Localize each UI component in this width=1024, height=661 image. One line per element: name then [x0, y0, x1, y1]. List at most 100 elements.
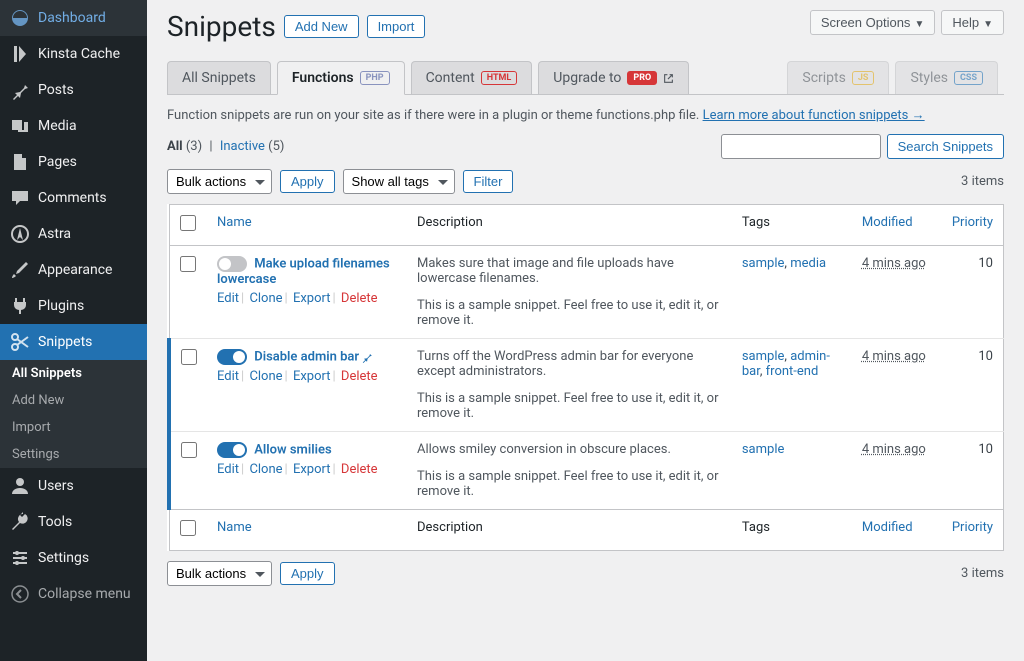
tag-link[interactable]: front-end — [766, 364, 819, 379]
sidebar-label: Collapse menu — [38, 586, 131, 602]
tag-link[interactable]: sample — [742, 256, 785, 271]
filter-button[interactable]: Filter — [463, 170, 514, 193]
sidebar-item-tools[interactable]: Tools — [0, 504, 147, 540]
activate-toggle[interactable] — [217, 256, 247, 272]
modified-time[interactable]: 4 mins ago — [862, 349, 926, 364]
col-name[interactable]: Name — [207, 205, 407, 246]
sidebar-submenu: All Snippets Add New Import Settings — [0, 360, 147, 468]
tab-scripts[interactable]: ScriptsJS — [787, 61, 889, 94]
sidebar-label: Pages — [38, 154, 77, 170]
filter-inactive[interactable]: Inactive — [220, 139, 265, 154]
sidebar-label: Media — [38, 118, 77, 134]
sidebar-item-kinsta[interactable]: Kinsta Cache — [0, 36, 147, 72]
php-badge: PHP — [360, 71, 390, 85]
pin-icon — [10, 80, 30, 100]
filter-all[interactable]: All — [167, 139, 183, 154]
submenu-settings[interactable]: Settings — [0, 441, 147, 468]
sidebar-label: Posts — [38, 82, 74, 98]
sidebar-item-collapse[interactable]: Collapse menu — [0, 576, 147, 612]
tab-upgrade[interactable]: Upgrade toPRO — [538, 61, 689, 94]
bulk-actions-select[interactable]: Bulk actions — [167, 169, 272, 194]
sidebar-item-posts[interactable]: Posts — [0, 72, 147, 108]
admin-sidebar: Dashboard Kinsta Cache Posts Media Pages… — [0, 0, 147, 661]
submenu-all-snippets[interactable]: All Snippets — [0, 360, 147, 387]
tag-filter-select[interactable]: Show all tags — [343, 169, 455, 194]
sidebar-label: Tools — [38, 514, 72, 530]
select-all-checkbox[interactable] — [180, 215, 196, 231]
submenu-import[interactable]: Import — [0, 414, 147, 441]
select-all-checkbox[interactable] — [180, 520, 196, 536]
import-button[interactable]: Import — [367, 15, 426, 38]
col-description: Description — [407, 205, 732, 246]
sidebar-item-snippets[interactable]: Snippets — [0, 324, 147, 360]
astra-icon — [10, 224, 30, 244]
learn-more-link[interactable]: Learn more about function snippets → — [703, 108, 925, 123]
clone-link[interactable]: Clone — [249, 462, 282, 477]
snippet-title[interactable]: Disable admin bar — [254, 349, 359, 364]
row-checkbox[interactable] — [181, 442, 197, 458]
main-content: Screen Options▼ Help▼ Snippets Add New I… — [147, 0, 1024, 661]
sidebar-item-plugins[interactable]: Plugins — [0, 288, 147, 324]
col-priority[interactable]: Priority — [942, 510, 1004, 551]
apply-button[interactable]: Apply — [280, 170, 335, 193]
clone-link[interactable]: Clone — [249, 291, 282, 306]
edit-link[interactable]: Edit — [217, 462, 239, 477]
tab-styles[interactable]: StylesCSS — [895, 61, 998, 94]
apply-button[interactable]: Apply — [280, 562, 335, 585]
edit-link[interactable]: Edit — [217, 369, 239, 384]
col-modified[interactable]: Modified — [852, 205, 942, 246]
table-row: Allow smilies Edit| Clone| Export| Delet… — [169, 432, 1004, 510]
activate-toggle[interactable] — [217, 349, 247, 365]
sidebar-item-appearance[interactable]: Appearance — [0, 252, 147, 288]
tag-link[interactable]: sample — [742, 349, 785, 364]
col-modified[interactable]: Modified — [852, 510, 942, 551]
wrench-icon — [10, 512, 30, 532]
sidebar-item-pages[interactable]: Pages — [0, 144, 147, 180]
col-name[interactable]: Name — [207, 510, 407, 551]
user-icon — [10, 476, 30, 496]
pro-badge: PRO — [627, 71, 657, 85]
sidebar-item-dashboard[interactable]: Dashboard — [0, 0, 147, 36]
tab-content[interactable]: ContentHTML — [411, 61, 533, 94]
add-new-button[interactable]: Add New — [284, 15, 359, 38]
snippet-title[interactable]: Allow smilies — [254, 442, 331, 457]
export-link[interactable]: Export — [293, 462, 331, 477]
edit-link[interactable]: Edit — [217, 291, 239, 306]
search-button[interactable]: Search Snippets — [887, 134, 1004, 159]
sidebar-item-users[interactable]: Users — [0, 468, 147, 504]
modified-time[interactable]: 4 mins ago — [862, 442, 926, 457]
plug-icon — [10, 296, 30, 316]
tab-all-snippets[interactable]: All Snippets — [167, 61, 271, 94]
row-checkbox[interactable] — [181, 349, 197, 365]
sidebar-item-astra[interactable]: Astra — [0, 216, 147, 252]
submenu-add-new[interactable]: Add New — [0, 387, 147, 414]
tab-functions[interactable]: FunctionsPHP — [277, 61, 405, 95]
table-row: Make upload filenames lowercase Edit| Cl… — [169, 246, 1004, 339]
export-link[interactable]: Export — [293, 291, 331, 306]
sidebar-label: Settings — [38, 550, 89, 566]
activate-toggle[interactable] — [217, 442, 247, 458]
delete-link[interactable]: Delete — [341, 291, 378, 306]
modified-time[interactable]: 4 mins ago — [862, 256, 926, 271]
snippet-note: This is a sample snippet. Feel free to u… — [417, 469, 722, 499]
col-priority[interactable]: Priority — [942, 205, 1004, 246]
sidebar-label: Kinsta Cache — [38, 46, 120, 62]
tag-link[interactable]: sample — [742, 442, 785, 457]
snippet-note: This is a sample snippet. Feel free to u… — [417, 298, 722, 328]
search-input[interactable] — [721, 134, 881, 159]
html-badge: HTML — [481, 71, 518, 85]
export-link[interactable]: Export — [293, 369, 331, 384]
delete-link[interactable]: Delete — [341, 462, 378, 477]
tag-link[interactable]: media — [790, 256, 826, 271]
sidebar-item-media[interactable]: Media — [0, 108, 147, 144]
clone-link[interactable]: Clone — [249, 369, 282, 384]
priority-value: 10 — [942, 432, 1004, 510]
sidebar-label: Comments — [38, 190, 107, 206]
bulk-actions-select[interactable]: Bulk actions — [167, 561, 272, 586]
js-badge: JS — [852, 71, 875, 85]
scissors-icon — [10, 332, 30, 352]
row-checkbox[interactable] — [180, 256, 196, 272]
sidebar-item-settings[interactable]: Settings — [0, 540, 147, 576]
sidebar-item-comments[interactable]: Comments — [0, 180, 147, 216]
delete-link[interactable]: Delete — [341, 369, 378, 384]
